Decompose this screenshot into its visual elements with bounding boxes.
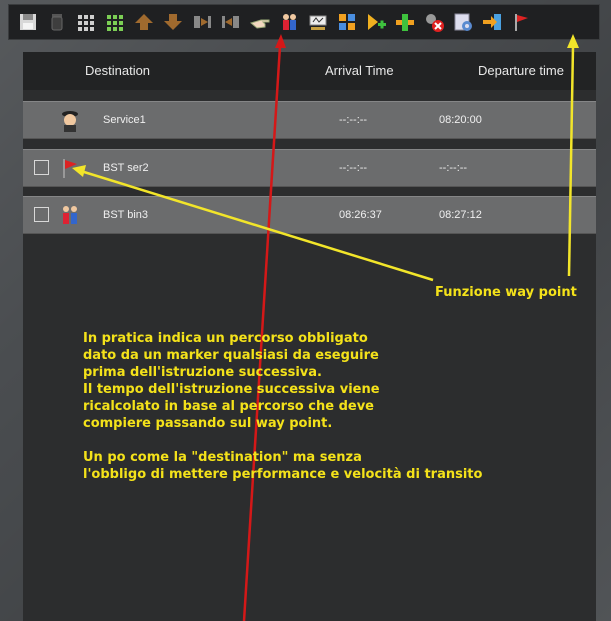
row-arrival: --:--:--: [339, 114, 368, 126]
row-departure: 08:20:00: [439, 114, 482, 126]
row-destination: BST ser2: [103, 162, 149, 174]
exit-icon[interactable]: [477, 8, 506, 36]
coupling-icon[interactable]: [332, 8, 361, 36]
table-header: Destination Arrival Time Departure time: [23, 52, 596, 90]
explanation-text: In pratica indica un percorso obbligato …: [83, 331, 483, 482]
flag-icon[interactable]: [506, 8, 535, 36]
toolbar: [8, 4, 600, 40]
row-checkbox[interactable]: [34, 160, 49, 175]
header-departure-time: Departure time: [478, 63, 564, 78]
sign-icon[interactable]: [303, 8, 332, 36]
insert-before-icon[interactable]: [187, 8, 216, 36]
pointer-hand-icon[interactable]: [245, 8, 274, 36]
row-arrival: 08:26:37: [339, 209, 382, 221]
insert-after-icon[interactable]: [216, 8, 245, 36]
row-destination: Service1: [103, 114, 146, 126]
move-up-icon[interactable]: [129, 8, 158, 36]
save-icon[interactable]: [13, 8, 42, 36]
trash-icon[interactable]: [42, 8, 71, 36]
passengers-icon[interactable]: [274, 8, 303, 36]
add-green-arrow-icon[interactable]: [361, 8, 390, 36]
table-row[interactable]: BST ser2 --:--:-- --:--:--: [23, 149, 596, 187]
passengers-icon: [59, 203, 81, 227]
table-row[interactable]: BST bin3 08:26:37 08:27:12: [23, 196, 596, 234]
add-orange-icon[interactable]: [390, 8, 419, 36]
row-checkbox[interactable]: [34, 207, 49, 222]
flag-icon: [59, 156, 81, 180]
grid-green-icon[interactable]: [100, 8, 129, 36]
row-destination: BST bin3: [103, 209, 149, 221]
header-arrival-time: Arrival Time: [325, 63, 394, 78]
grid-gray-icon[interactable]: [71, 8, 100, 36]
row-departure: --:--:--: [439, 162, 468, 174]
way-point-label: Funzione way point: [435, 285, 577, 300]
row-arrival: --:--:--: [339, 162, 368, 174]
settings-icon[interactable]: [448, 8, 477, 36]
remove-icon[interactable]: [419, 8, 448, 36]
table-row[interactable]: Service1 --:--:-- 08:20:00: [23, 101, 596, 139]
row-departure: 08:27:12: [439, 209, 482, 221]
move-down-icon[interactable]: [158, 8, 187, 36]
header-destination: Destination: [85, 63, 151, 78]
driver-icon: [59, 108, 81, 132]
